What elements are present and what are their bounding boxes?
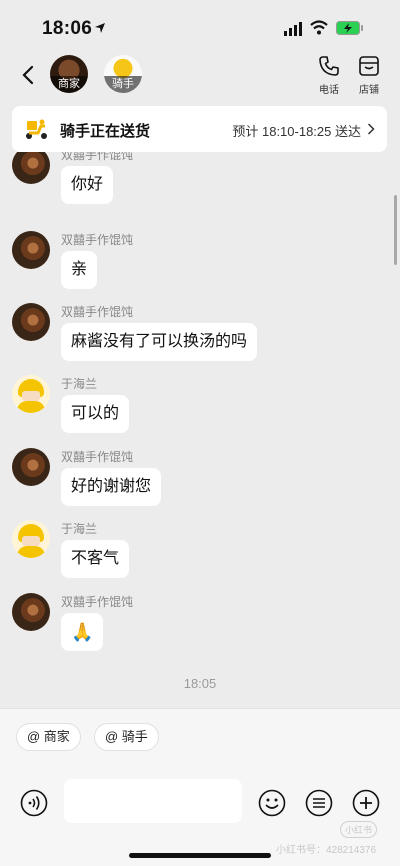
message-bubble[interactable]: 麻酱没有了可以换汤的吗 xyxy=(61,323,258,361)
merchant-tag: 商家 xyxy=(50,76,88,93)
store-button[interactable]: 店铺 xyxy=(349,55,389,96)
message-bubble[interactable]: 🙏 xyxy=(61,613,104,651)
location-arrow-icon xyxy=(95,23,105,33)
message-bubble[interactable]: 亲 xyxy=(61,251,98,289)
chevron-right-icon xyxy=(367,123,375,135)
scooter-icon xyxy=(26,119,47,139)
sender-avatar[interactable] xyxy=(12,152,50,184)
phone-icon xyxy=(319,56,339,76)
voice-icon[interactable] xyxy=(20,789,48,817)
sender-name: 双囍手作馄饨 xyxy=(61,305,134,319)
delivery-status-title: 骑手正在送货 xyxy=(60,123,151,140)
watermark-logo: 小红书 xyxy=(340,821,378,838)
emoji-icon[interactable] xyxy=(258,789,286,817)
wifi-icon xyxy=(310,20,328,35)
time-separator: 18:05 xyxy=(183,676,217,691)
sender-avatar[interactable] xyxy=(12,303,50,341)
rider-avatar[interactable]: 骑手 xyxy=(104,55,142,93)
phone-label: 电话 xyxy=(319,85,339,96)
message-bubble[interactable]: 好的谢谢您 xyxy=(61,468,162,506)
rider-tag: 骑手 xyxy=(104,76,142,93)
home-indicator[interactable] xyxy=(129,853,271,858)
mention-rider-button[interactable]: @ 骑手 xyxy=(94,723,159,751)
store-icon xyxy=(359,56,379,76)
scroll-indicator[interactable] xyxy=(394,195,397,265)
praying-hands-emoji: 🙏 xyxy=(71,622,94,642)
sender-name: 于海兰 xyxy=(61,377,98,391)
sender-avatar[interactable] xyxy=(12,520,50,558)
watermark-text: 小红书号：428214376 xyxy=(276,845,377,856)
status-time: 18:06 xyxy=(42,18,93,39)
sender-avatar[interactable] xyxy=(12,593,50,631)
delivery-status-banner[interactable]: 骑手正在送货 预计 18:10-18:25 送达 xyxy=(12,106,387,152)
mention-merchant-button[interactable]: @ 商家 xyxy=(16,723,81,751)
merchant-avatar[interactable]: 商家 xyxy=(50,55,88,93)
back-arrow-icon[interactable] xyxy=(20,64,36,86)
quick-reply-icon[interactable] xyxy=(305,789,333,817)
message-list[interactable]: 双囍手作馄饨 你好 双囍手作馄饨 亲 双囍手作馄饨 麻酱没有了可以换汤的吗 于海… xyxy=(0,152,400,704)
battery-charging-icon xyxy=(336,21,363,35)
phone-button[interactable]: 电话 xyxy=(309,55,349,96)
message-bubble[interactable]: 不客气 xyxy=(61,540,130,578)
sender-name: 于海兰 xyxy=(61,522,98,536)
cellular-signal-icon xyxy=(284,22,302,36)
sender-name: 双囍手作馄饨 xyxy=(61,595,134,609)
input-area: @ 商家 @ 骑手 小红书 小红书号：428214376 xyxy=(0,708,400,866)
chat-header: 商家 骑手 电话 店铺 xyxy=(0,50,400,102)
status-bar: 18:06 xyxy=(0,0,400,50)
message-bubble[interactable]: 你好 xyxy=(61,166,114,204)
sender-name: 双囍手作馄饨 xyxy=(61,152,134,162)
sender-avatar[interactable] xyxy=(12,448,50,486)
sender-avatar[interactable] xyxy=(12,375,50,413)
message-bubble[interactable]: 可以的 xyxy=(61,395,130,433)
delivery-eta: 预计 18:10-18:25 送达 xyxy=(232,124,361,139)
plus-icon[interactable] xyxy=(352,789,380,817)
sender-name: 双囍手作馄饨 xyxy=(61,233,134,247)
sender-avatar[interactable] xyxy=(12,231,50,269)
message-input[interactable] xyxy=(64,779,242,823)
store-label: 店铺 xyxy=(359,85,379,96)
sender-name: 双囍手作馄饨 xyxy=(61,450,134,464)
